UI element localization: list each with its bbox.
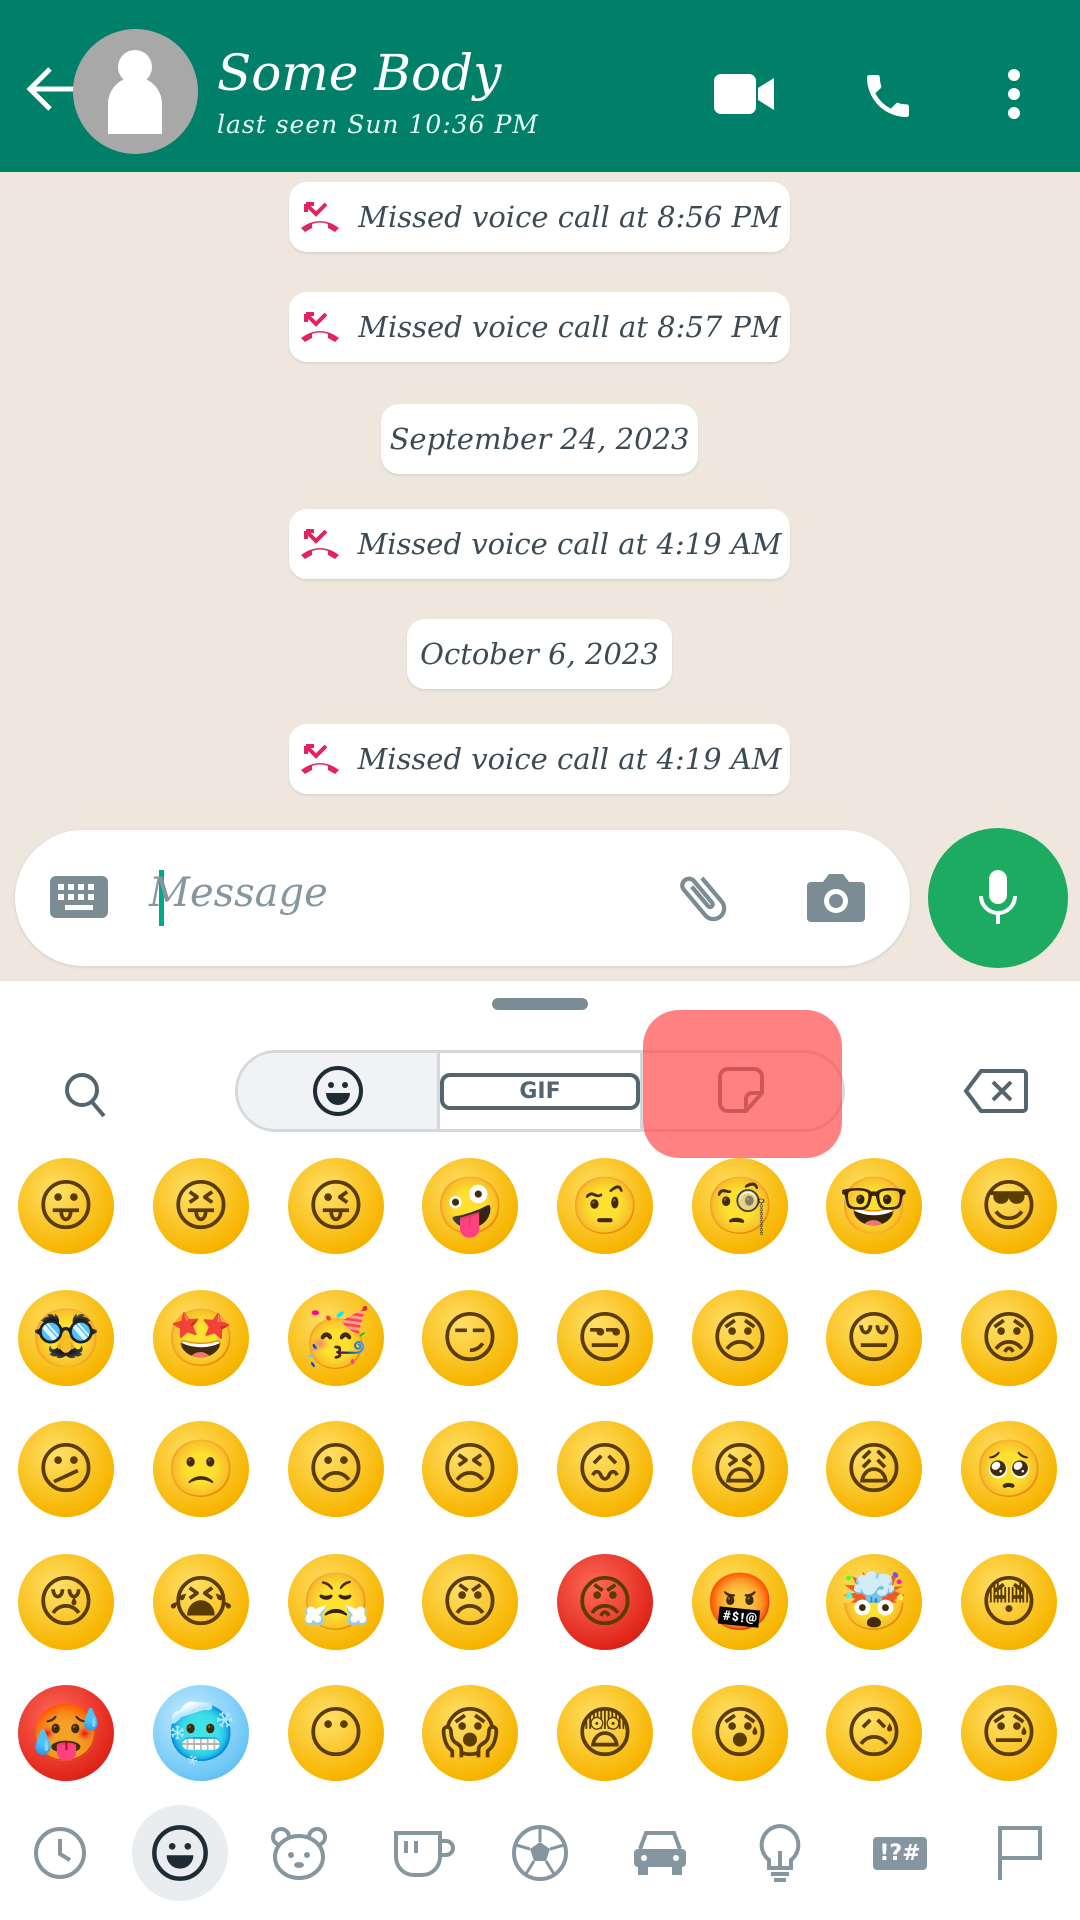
emoji-item[interactable]: 🤨	[557, 1158, 653, 1254]
date-divider: September 24, 2023	[381, 404, 698, 474]
message-input[interactable]: Message	[149, 870, 328, 916]
chat-area: Missed voice call at 8:56 PM Missed voic…	[0, 172, 1080, 981]
emoji-item[interactable]: 😭	[153, 1554, 249, 1650]
attach-icon[interactable]	[671, 866, 735, 930]
emoji-item[interactable]: 😒	[557, 1290, 653, 1386]
missed-call-text: Missed voice call at 4:19 AM	[357, 527, 782, 561]
avatar[interactable]	[73, 29, 198, 154]
category-objects[interactable]	[740, 1813, 820, 1893]
emoji-item[interactable]: 🥸	[18, 1290, 114, 1386]
emoji-category-bar: !?#	[0, 1795, 1080, 1920]
emoji-item[interactable]: 😝	[153, 1158, 249, 1254]
emoji-item[interactable]: 😖	[557, 1421, 653, 1517]
backspace-icon[interactable]	[963, 1068, 1029, 1114]
emoji-item[interactable]: 😣	[422, 1421, 518, 1517]
flag-icon	[998, 1826, 1042, 1880]
symbols-icon: !?#	[873, 1836, 927, 1870]
lightbulb-icon	[759, 1823, 801, 1882]
cup-icon	[394, 1831, 455, 1877]
last-seen-status: last seen Sun 10:36 PM	[217, 110, 539, 139]
more-options-icon[interactable]	[1000, 68, 1028, 120]
missed-call-icon	[300, 744, 339, 774]
contact-name[interactable]: Some Body	[217, 44, 501, 102]
missed-call-icon	[301, 202, 340, 232]
emoji-item[interactable]: 🧐	[692, 1158, 788, 1254]
drag-handle[interactable]	[492, 998, 588, 1010]
emoji-search-icon[interactable]	[62, 1070, 108, 1120]
date-text: October 6, 2023	[420, 637, 659, 671]
emoji-item[interactable]: 🥺	[961, 1421, 1057, 1517]
tab-emoji[interactable]	[238, 1053, 441, 1129]
emoji-item[interactable]: 😳	[961, 1554, 1057, 1650]
category-travel[interactable]	[620, 1813, 700, 1893]
emoji-item[interactable]: 😰	[692, 1685, 788, 1781]
category-food[interactable]	[384, 1813, 464, 1893]
smiley-icon	[152, 1825, 208, 1881]
emoji-item[interactable]: 😜	[288, 1158, 384, 1254]
emoji-item[interactable]: 😟	[961, 1290, 1057, 1386]
category-animals[interactable]	[259, 1813, 339, 1893]
emoji-item[interactable]: 😨	[557, 1685, 653, 1781]
missed-call-icon	[300, 529, 339, 559]
mic-button[interactable]	[928, 828, 1068, 968]
tab-gif[interactable]: GIF	[440, 1053, 643, 1129]
voice-call-icon[interactable]	[860, 68, 916, 124]
emoji-item[interactable]: 😏	[422, 1290, 518, 1386]
emoji-item[interactable]: 😥	[826, 1685, 922, 1781]
car-icon	[634, 1831, 686, 1875]
message-composer: Message	[15, 830, 910, 966]
emoji-item[interactable]: 🙁	[153, 1421, 249, 1517]
missed-call-text: Missed voice call at 8:56 PM	[358, 200, 781, 234]
missed-call-text: Missed voice call at 4:19 AM	[357, 742, 782, 776]
category-smileys[interactable]	[132, 1805, 228, 1901]
missed-call-bubble[interactable]: Missed voice call at 8:57 PM	[289, 292, 790, 362]
emoji-item[interactable]: 😡	[557, 1554, 653, 1650]
gif-icon: GIF	[440, 1072, 640, 1110]
emoji-item[interactable]: 🥶	[153, 1685, 249, 1781]
chat-header: Some Body last seen Sun 10:36 PM	[0, 0, 1080, 172]
emoji-item[interactable]: 🤩	[153, 1290, 249, 1386]
emoji-item[interactable]: 😫	[692, 1421, 788, 1517]
soccer-ball-icon	[512, 1825, 568, 1881]
mic-icon	[979, 870, 1017, 924]
keyboard-icon[interactable]	[50, 876, 108, 918]
emoji-item[interactable]: 😤	[288, 1554, 384, 1650]
highlight-overlay	[643, 1010, 842, 1158]
category-flags[interactable]	[980, 1813, 1060, 1893]
category-activities[interactable]	[500, 1813, 580, 1893]
missed-call-bubble[interactable]: Missed voice call at 8:56 PM	[289, 182, 790, 252]
emoji-item[interactable]: 😠	[422, 1554, 518, 1650]
category-recent[interactable]	[20, 1813, 100, 1893]
emoji-item[interactable]: 😎	[961, 1158, 1057, 1254]
emoji-item[interactable]: 😱	[422, 1685, 518, 1781]
emoji-item[interactable]: 🥵	[18, 1685, 114, 1781]
missed-call-bubble[interactable]: Missed voice call at 4:19 AM	[289, 724, 790, 794]
camera-icon[interactable]	[805, 870, 867, 924]
category-symbols[interactable]: !?#	[860, 1813, 940, 1893]
date-text: September 24, 2023	[389, 422, 690, 456]
emoji-item[interactable]: 🤬	[692, 1554, 788, 1650]
missed-call-text: Missed voice call at 8:57 PM	[358, 310, 781, 344]
emoji-item[interactable]: 🤓	[826, 1158, 922, 1254]
date-divider: October 6, 2023	[407, 619, 672, 689]
bear-icon	[271, 1827, 327, 1880]
emoji-item[interactable]: 😶	[288, 1685, 384, 1781]
smiley-icon	[312, 1066, 363, 1116]
emoji-item[interactable]: 🤯	[826, 1554, 922, 1650]
missed-call-bubble[interactable]: Missed voice call at 4:19 AM	[289, 509, 790, 579]
emoji-item[interactable]: 😓	[961, 1685, 1057, 1781]
missed-call-icon	[301, 312, 340, 342]
emoji-item[interactable]: 😔	[826, 1290, 922, 1386]
emoji-item[interactable]: 🥳	[288, 1290, 384, 1386]
emoji-item[interactable]: ☹	[288, 1421, 384, 1517]
emoji-item[interactable]: 😢	[18, 1554, 114, 1650]
video-call-icon[interactable]	[712, 70, 776, 118]
emoji-item[interactable]: 😕	[18, 1421, 114, 1517]
emoji-item[interactable]: 🤪	[422, 1158, 518, 1254]
clock-icon	[34, 1827, 86, 1879]
emoji-item[interactable]: 😛	[18, 1158, 114, 1254]
emoji-item[interactable]: 😞	[692, 1290, 788, 1386]
emoji-item[interactable]: 😩	[826, 1421, 922, 1517]
